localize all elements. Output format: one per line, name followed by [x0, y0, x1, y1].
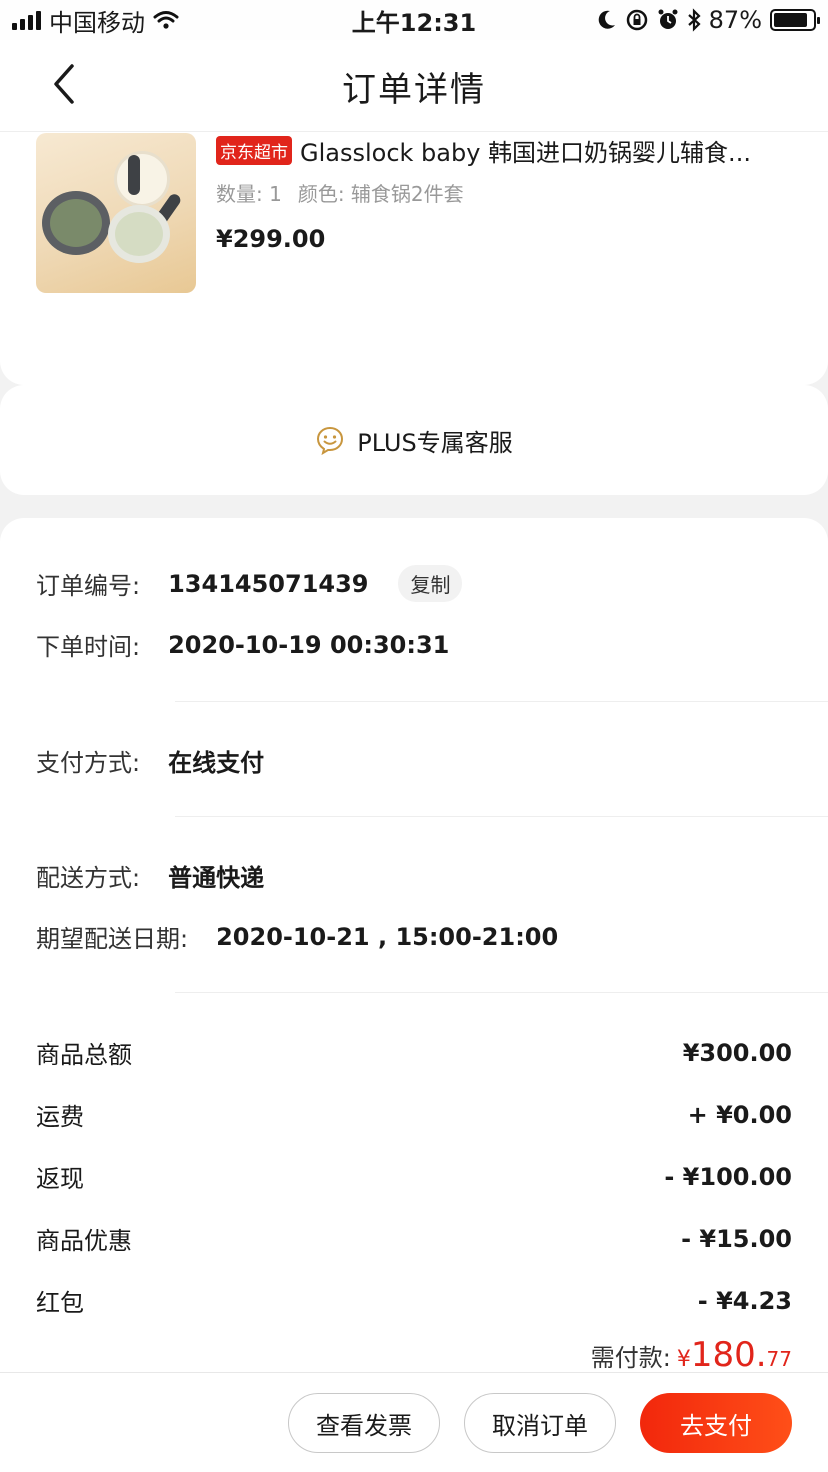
smile-chat-icon [317, 426, 344, 455]
delivery-row: 配送方式: 普通快递 [36, 858, 264, 893]
expected-date: 2020-10-21 , 15:00-21:00 [216, 922, 559, 951]
product-thumbnail[interactable] [36, 133, 196, 293]
supermarket-tag: 京东超市 [216, 136, 292, 165]
battery-icon [770, 9, 820, 31]
expected-date-row: 期望配送日期: 2020-10-21 , 15:00-21:00 [36, 919, 558, 954]
rotation-lock-icon [626, 9, 647, 31]
amount-label: 返现 [36, 1165, 84, 1193]
amount-value: - ¥15.00 [681, 1224, 792, 1253]
battery-fill [774, 13, 808, 27]
payment-row: 支付方式: 在线支付 [36, 743, 264, 778]
pot-lid [114, 151, 170, 207]
lid-handle [128, 155, 140, 195]
order-detail-card: 订单编号: 134145071439 复制 下单时间: 2020-10-19 0… [0, 518, 828, 1472]
order-time: 2020-10-19 00:30:31 [168, 630, 450, 659]
wifi-icon [153, 11, 179, 29]
carrier-name: 中国移动 [49, 8, 145, 37]
signal-icon [12, 10, 41, 30]
nav-bar: 订单详情 [0, 40, 828, 132]
plus-service-button[interactable]: PLUS专属客服 [0, 385, 828, 495]
product-name[interactable]: Glasslock baby 韩国进口奶锅婴儿辅食... [300, 133, 751, 168]
pot-image [108, 205, 170, 263]
status-bar: 中国移动 上午12:31 87% [0, 0, 828, 40]
amount-row: 商品总额 ¥300.00 [36, 1035, 792, 1070]
payable-total: 需付款: ¥ 180. 77 [591, 1335, 792, 1375]
product-color: 颜色: 辅食锅2件套 [297, 182, 464, 206]
pan-image [42, 191, 110, 255]
amount-label: 运费 [36, 1103, 84, 1131]
product-quantity: 数量: 1 [216, 182, 282, 206]
amount-row: 红包 - ¥4.23 [36, 1283, 792, 1318]
amount-label: 商品优惠 [36, 1227, 132, 1255]
delivery-method: 普通快递 [168, 864, 265, 892]
payment-label: 支付方式: [36, 749, 141, 777]
copy-button[interactable]: 复制 [398, 565, 463, 602]
order-number: 134145071439 [168, 569, 369, 598]
payable-currency: ¥ [676, 1347, 691, 1372]
expected-date-label: 期望配送日期: [36, 925, 189, 953]
divider [175, 701, 828, 702]
alarm-icon [658, 9, 678, 29]
amount-value: + ¥0.00 [687, 1100, 792, 1129]
product-item[interactable]: 京东超市 Glasslock baby 韩国进口奶锅婴儿辅食... 数量: 1 … [36, 133, 796, 293]
payable-integer: 180. [690, 1335, 767, 1375]
amount-row: 商品优惠 - ¥15.00 [36, 1221, 792, 1256]
payment-method: 在线支付 [168, 749, 265, 777]
payable-label: 需付款: [590, 1344, 671, 1372]
divider [175, 816, 828, 817]
amount-value: - ¥100.00 [664, 1162, 792, 1191]
amount-label: 商品总额 [36, 1041, 132, 1069]
product-price: ¥299.00 [216, 225, 326, 253]
amount-row: 运费 + ¥0.00 [36, 1097, 792, 1132]
view-invoice-button[interactable]: 查看发票 [288, 1393, 440, 1453]
bluetooth-icon [687, 8, 701, 32]
amount-row: 返现 - ¥100.00 [36, 1159, 792, 1194]
cancel-order-button[interactable]: 取消订单 [464, 1393, 616, 1453]
amount-value: - ¥4.23 [697, 1286, 792, 1315]
order-time-label: 下单时间: [36, 633, 141, 661]
plus-service-label: PLUS专属客服 [357, 428, 513, 457]
page-title: 订单详情 [342, 70, 486, 110]
bottom-action-bar: 查看发票 取消订单 去支付 [0, 1372, 828, 1472]
delivery-label: 配送方式: [36, 864, 141, 892]
order-number-label: 订单编号: [36, 572, 141, 600]
battery-percent: 87% [708, 6, 762, 34]
pay-button[interactable]: 去支付 [640, 1393, 792, 1453]
amount-value: ¥300.00 [682, 1038, 792, 1067]
payable-decimal: 77 [766, 1347, 792, 1371]
order-number-row: 订单编号: 134145071439 复制 [36, 565, 463, 602]
divider [175, 992, 828, 993]
moon-icon [598, 10, 615, 29]
order-time-row: 下单时间: 2020-10-19 00:30:31 [36, 627, 449, 662]
amount-label: 红包 [36, 1289, 84, 1317]
